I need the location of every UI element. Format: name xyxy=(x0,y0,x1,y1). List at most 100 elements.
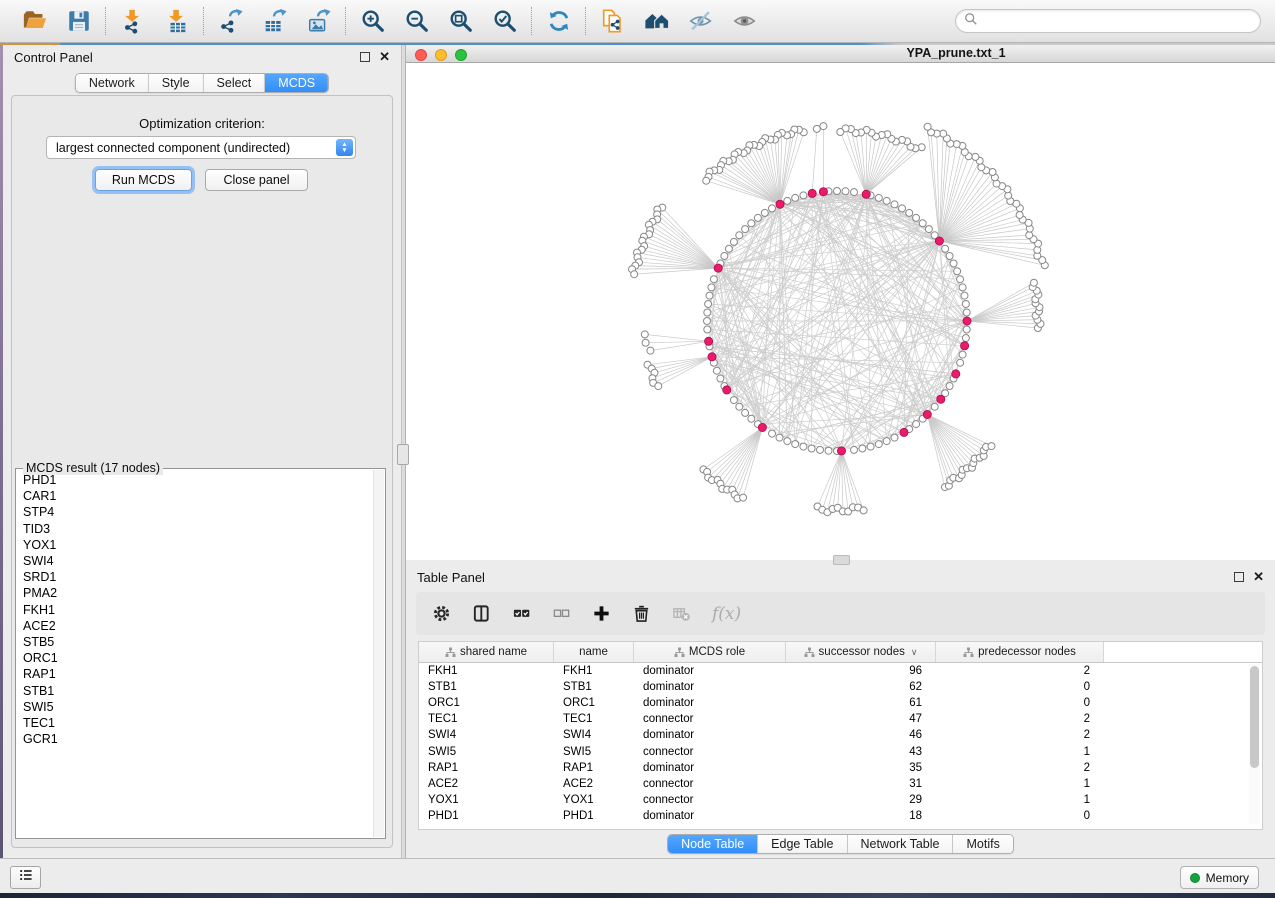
network-node[interactable] xyxy=(808,445,815,452)
float-table-panel-icon[interactable] xyxy=(1234,572,1244,582)
network-node[interactable] xyxy=(883,438,890,445)
network-node[interactable] xyxy=(725,245,732,252)
mcds-result-item[interactable]: SRD1 xyxy=(17,569,373,585)
network-node[interactable] xyxy=(950,260,957,267)
mcds-result-item[interactable]: TID3 xyxy=(17,521,373,537)
table-cell[interactable]: SWI5 xyxy=(554,746,634,758)
network-node-mcds[interactable] xyxy=(952,370,960,378)
network-node[interactable] xyxy=(989,169,996,176)
network-node[interactable] xyxy=(963,309,970,316)
table-cell[interactable]: PHD1 xyxy=(419,810,554,822)
table-cell[interactable]: 2 xyxy=(936,762,1104,774)
mcds-result-item[interactable]: SWI4 xyxy=(17,553,373,569)
network-node[interactable] xyxy=(792,441,799,448)
network-node[interactable] xyxy=(957,359,964,366)
mcds-result-item[interactable]: FKH1 xyxy=(17,602,373,618)
table-cell[interactable]: 1 xyxy=(936,746,1104,758)
table-cell[interactable]: 2 xyxy=(936,665,1104,677)
mcds-result-item[interactable]: CAR1 xyxy=(17,488,373,504)
column-header-predecessor-nodes[interactable]: predecessor nodes xyxy=(936,642,1104,662)
network-node-mcds[interactable] xyxy=(808,189,816,197)
network-node[interactable] xyxy=(988,443,995,450)
task-history-button[interactable] xyxy=(10,866,41,889)
column-header-successor-nodes[interactable]: successor nodes∨ xyxy=(786,642,936,662)
minimize-window-icon[interactable] xyxy=(435,49,447,61)
network-node[interactable] xyxy=(784,197,791,204)
optimization-criterion-select[interactable]: largest connected component (undirected)… xyxy=(46,136,356,159)
import-network-icon[interactable] xyxy=(119,8,146,35)
network-node[interactable] xyxy=(730,397,737,404)
table-cell[interactable]: FKH1 xyxy=(554,665,634,677)
network-node[interactable] xyxy=(963,326,970,333)
network-node[interactable] xyxy=(834,188,841,195)
network-node[interactable] xyxy=(631,271,638,278)
table-cell[interactable]: SWI4 xyxy=(554,729,634,741)
network-window-titlebar[interactable]: YPA_prune.txt_1 xyxy=(406,45,1275,63)
select-stepper-icon[interactable]: ▲▼ xyxy=(336,139,353,156)
table-cell[interactable]: 62 xyxy=(786,681,936,693)
table-cell[interactable]: connector xyxy=(634,778,786,790)
mcds-result-item[interactable]: TEC1 xyxy=(17,715,373,731)
zoom-in-icon[interactable] xyxy=(359,8,386,35)
network-node[interactable] xyxy=(748,220,755,227)
network-node[interactable] xyxy=(704,326,711,333)
network-node-mcds[interactable] xyxy=(758,423,766,431)
table-cell[interactable]: PHD1 xyxy=(554,810,634,822)
network-node[interactable] xyxy=(742,409,749,416)
table-cell[interactable]: connector xyxy=(634,794,786,806)
mcds-result-item[interactable]: ACE2 xyxy=(17,618,373,634)
table-cell[interactable]: ORC1 xyxy=(554,697,634,709)
network-node[interactable] xyxy=(875,441,882,448)
table-cell[interactable]: dominator xyxy=(634,810,786,822)
export-image-icon[interactable] xyxy=(305,8,332,35)
network-node[interactable] xyxy=(769,205,776,212)
network-node[interactable] xyxy=(1016,212,1023,219)
network-node-mcds[interactable] xyxy=(862,190,870,198)
network-node[interactable] xyxy=(875,194,882,201)
table-cell[interactable]: FKH1 xyxy=(419,665,554,677)
table-cell[interactable]: 0 xyxy=(936,681,1104,693)
network-node[interactable] xyxy=(962,301,969,308)
network-node[interactable] xyxy=(721,253,728,260)
network-node-mcds[interactable] xyxy=(923,410,931,418)
network-node[interactable] xyxy=(913,421,920,428)
add-icon[interactable] xyxy=(592,604,611,623)
network-node[interactable] xyxy=(825,447,832,454)
table-row[interactable]: STB1STB1dominator620 xyxy=(419,679,1262,695)
network-node[interactable] xyxy=(946,383,953,390)
network-node[interactable] xyxy=(708,284,715,291)
network-node[interactable] xyxy=(742,226,749,233)
column-header-shared-name[interactable]: shared name xyxy=(419,642,554,662)
vertical-splitter-handle[interactable] xyxy=(397,444,409,465)
network-node[interactable] xyxy=(642,339,649,346)
network-node[interactable] xyxy=(1026,232,1033,239)
select-all-icon[interactable] xyxy=(512,604,531,623)
network-node[interactable] xyxy=(972,153,979,160)
network-node[interactable] xyxy=(959,351,966,358)
table-row[interactable]: FKH1FKH1dominator962 xyxy=(419,663,1262,679)
table-cell[interactable]: 18 xyxy=(786,810,936,822)
network-node-mcds[interactable] xyxy=(837,447,845,455)
tab-style[interactable]: Style xyxy=(148,74,203,92)
close-table-panel-icon[interactable]: ✕ xyxy=(1253,572,1264,582)
network-node[interactable] xyxy=(800,192,807,199)
network-node[interactable] xyxy=(842,188,849,195)
network-node[interactable] xyxy=(730,238,737,245)
network-node[interactable] xyxy=(736,403,743,410)
export-table-icon[interactable] xyxy=(261,8,288,35)
network-node[interactable] xyxy=(851,189,858,196)
network-node-mcds[interactable] xyxy=(714,264,722,272)
network-node[interactable] xyxy=(1005,192,1012,199)
network-node[interactable] xyxy=(867,443,874,450)
network-node[interactable] xyxy=(754,214,761,221)
delete-icon[interactable] xyxy=(632,604,651,623)
table-cell[interactable]: dominator xyxy=(634,665,786,677)
table-cell[interactable]: dominator xyxy=(634,697,786,709)
mcds-result-item[interactable]: STB1 xyxy=(17,683,373,699)
table-cell[interactable]: SWI4 xyxy=(419,729,554,741)
table-cell[interactable]: TEC1 xyxy=(419,713,554,725)
network-node[interactable] xyxy=(946,253,953,260)
network-node-mcds[interactable] xyxy=(900,428,908,436)
column-header-MCDS-role[interactable]: MCDS role xyxy=(634,642,786,662)
table-cell[interactable]: ACE2 xyxy=(554,778,634,790)
